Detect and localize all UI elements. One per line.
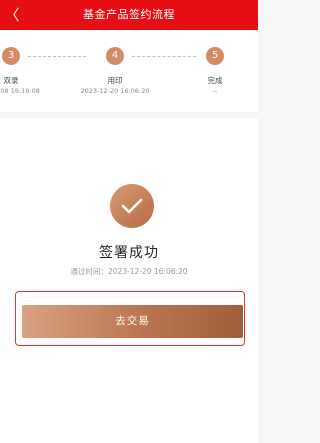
status-text: 签署成功 — [99, 245, 159, 261]
step-5-circle: 5 — [206, 47, 224, 65]
step-4-time: 2023-12-20 16:06:20 — [80, 87, 150, 95]
step-4-circle: 4 — [106, 47, 124, 65]
step-progress: 3 4 5 双录 用印 完成 -08 16:19:08 2023-12-20 1… — [0, 30, 258, 112]
step-3-circle: 3 — [2, 47, 20, 65]
step-connector — [132, 56, 196, 57]
step-5-time: -- — [212, 87, 218, 95]
page-title: 基金产品签约流程 — [83, 8, 175, 21]
step-3-label: 双录 — [3, 76, 19, 85]
step-connector — [28, 56, 86, 57]
step-5-label: 完成 — [207, 76, 223, 85]
step-3-time: -08 16:19:08 — [0, 87, 40, 95]
go-trade-button[interactable]: 去交易 — [22, 305, 243, 338]
result-card — [0, 118, 258, 443]
step-4-label: 用印 — [107, 76, 123, 85]
check-icon — [110, 184, 154, 228]
top-bar: 〈 基金产品签约流程 — [0, 0, 258, 30]
pass-time: 通过时间：2023-12-20 16:06:20 — [70, 267, 188, 276]
